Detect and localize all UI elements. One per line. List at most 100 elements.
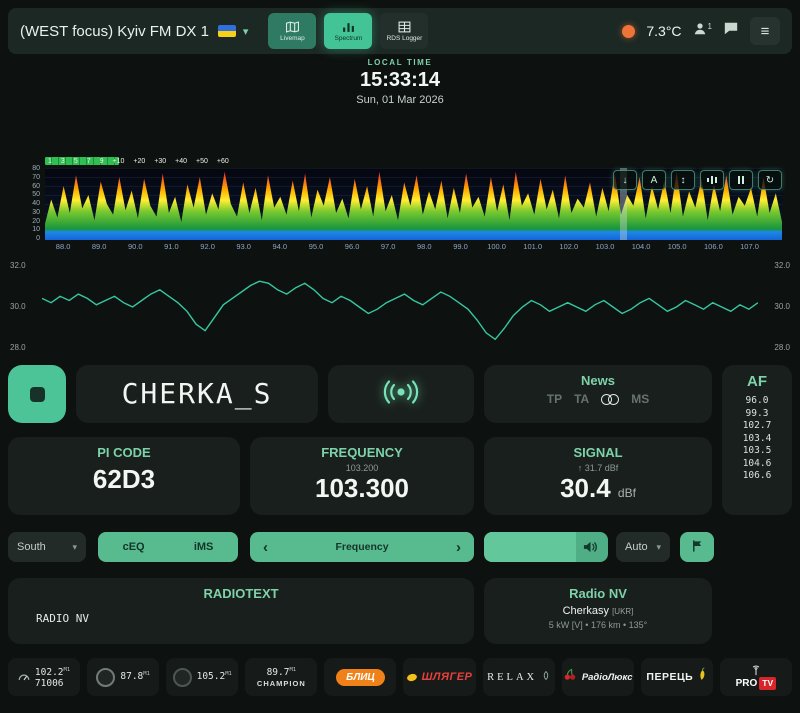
y-tick: 28.0 [10,343,26,352]
pause-icon [738,176,740,184]
af-item[interactable]: 104.6 [722,458,792,471]
y-tick: 60 [32,182,40,190]
signal-graph: 32.0 30.0 28.0 32.0 30.0 28.0 [8,260,792,354]
af-item[interactable]: 102.7 [722,420,792,433]
flag-icon [691,539,704,556]
broadcast-icon [380,379,422,410]
spectrum-analyzer: 1 3 5 7 9 +10 +20 +30 +40 +50 +60 80 70 60 50 40 30 20 10… [8,155,792,257]
scale-tick: +50 [196,158,208,165]
af-item[interactable]: 103.4 [722,433,792,446]
map-icon [285,20,299,33]
x-tick: 90.0 [127,242,143,251]
pty-flags-panel: News TP TA MS [484,365,712,423]
x-tick: 106.0 [704,242,723,251]
preset-button-8[interactable]: РадіоЛюкс [561,658,634,696]
preset-button-5[interactable]: БЛИЦ [324,658,397,696]
chevron-down-icon[interactable]: ▾ [243,25,249,38]
listeners-indicator[interactable]: 1 [693,22,712,41]
preset-button-9[interactable]: ПЕРЕЦЬ [640,658,713,696]
badge: M1 [63,666,71,673]
x-tick: 101.0 [523,242,543,251]
perets-logo: ПЕРЕЦЬ [646,671,694,683]
preset-button-4[interactable]: 89.7M1 CHAMPION [245,658,318,696]
station-details: 5 kW [V] • 176 km • 135° [548,620,648,630]
blitz-logo: БЛИЦ [336,668,385,686]
af-item[interactable]: 99.3 [722,408,792,421]
signal-y-right: 32.0 30.0 28.0 [764,260,790,354]
step-up-button[interactable]: › [443,539,474,556]
eq-button[interactable]: cEQ [123,541,145,553]
pepper-icon [698,667,707,687]
signal-unit: dBf [617,486,636,500]
mode-select[interactable]: Auto ▾ [616,532,670,562]
top-bar: (WEST focus) Kyiv FM DX 1 ▾ Livemap Spec… [8,8,792,54]
preset-bar: 102.2M1 71006 87.8M1 105.2M1 89.7M1 CHAM… [8,658,792,696]
antenna-select[interactable]: South ▾ [8,532,86,562]
local-time-block: LOCAL TIME 15:33:14 Sun, 01 Mar 2026 [0,58,800,106]
spectrum-toolbar: ↓ A ↕ ↻ [613,170,782,190]
temperature-readout: 7.3°C [646,23,682,39]
eq-ims-toggle: cEQ iMS [98,532,238,562]
y-tick: 70 [32,173,40,181]
preset-button-2[interactable]: 87.8M1 [87,658,160,696]
menu-button[interactable]: ≡ [750,17,780,45]
nav-rds-logger-button[interactable]: RDS Logger [380,13,429,49]
shlyager-logo: ШЛЯГЕР [421,671,473,683]
preset-button-3[interactable]: 105.2M1 [166,658,239,696]
station-country: [UKR] [612,607,634,616]
signal-svg [42,280,758,341]
scale-tick: +10 [112,158,125,165]
autoscale-button[interactable]: A [642,170,666,190]
af-item[interactable]: 103.5 [722,445,792,458]
preset-button-7[interactable]: RELAX [482,658,555,696]
x-tick: 97.0 [380,242,396,251]
chat-icon[interactable] [723,21,739,41]
local-time-value: 15:33:14 [359,69,441,91]
download-button[interactable]: ↓ [613,170,637,190]
y-tick: 30.0 [10,302,26,311]
preset-button-1[interactable]: 102.2M1 71006 [8,658,81,696]
refresh-button[interactable]: ↻ [758,170,782,190]
af-list: 96.0 99.3 102.7 103.4 103.5 104.6 106.6 [722,395,792,483]
spectrum-top-scale: 1 3 5 7 9 +10 +20 +30 +40 +50 +60 [48,155,229,168]
x-tick: 103.0 [595,242,615,251]
pi-code-label: PI CODE [97,445,151,460]
af-label: AF [747,373,767,390]
y-tick: 10 [32,226,40,234]
af-panel: AF 96.0 99.3 102.7 103.4 103.5 104.6 106.6 [722,365,792,515]
step-down-button[interactable]: ‹ [250,539,281,556]
nav-spectrum-button[interactable]: Spectrum [324,13,373,49]
nav-livemap-button[interactable]: Livemap [268,13,317,49]
y-tick: 30.0 [774,302,790,311]
listeners-count: 1 [707,21,712,31]
screenshot-button[interactable] [8,365,66,423]
speaker-icon [583,540,598,557]
ta-flag: TA [574,392,590,406]
signal-value: 30.4 [560,473,611,503]
flag-button[interactable] [680,532,714,562]
person-icon [693,22,707,41]
pause-button[interactable] [729,170,753,190]
frequency-panel: FREQUENCY 103.200 103.300 [250,437,474,515]
y-tick: 32.0 [10,261,26,270]
preset-button-6[interactable]: ШЛЯГЕР [403,658,476,696]
preset-button-10[interactable]: PRO TV [719,658,792,696]
frequency-label: FREQUENCY [321,445,403,460]
bar-chart-icon [707,178,709,182]
scale-toggle-button[interactable]: ↕ [671,170,695,190]
station-name-label: CHAMPION [256,679,306,689]
af-item[interactable]: 106.6 [722,470,792,483]
ims-button[interactable]: iMS [194,541,214,553]
volume-slider[interactable] [484,532,608,562]
top-right-cluster: 7.3°C 1 ≡ [622,17,780,45]
pty-label: News [581,373,615,388]
graph-style-button[interactable] [700,170,724,190]
scale-tick: +40 [175,158,188,165]
server-title: (WEST focus) Kyiv FM DX 1 [20,22,209,40]
antenna-value: South [17,541,46,553]
af-item[interactable]: 96.0 [722,395,792,408]
protv-logo: PRO [735,677,758,689]
audio-stream-button[interactable] [328,365,474,423]
x-tick: 104.0 [631,242,651,251]
chevron-down-icon: ▾ [72,541,77,552]
